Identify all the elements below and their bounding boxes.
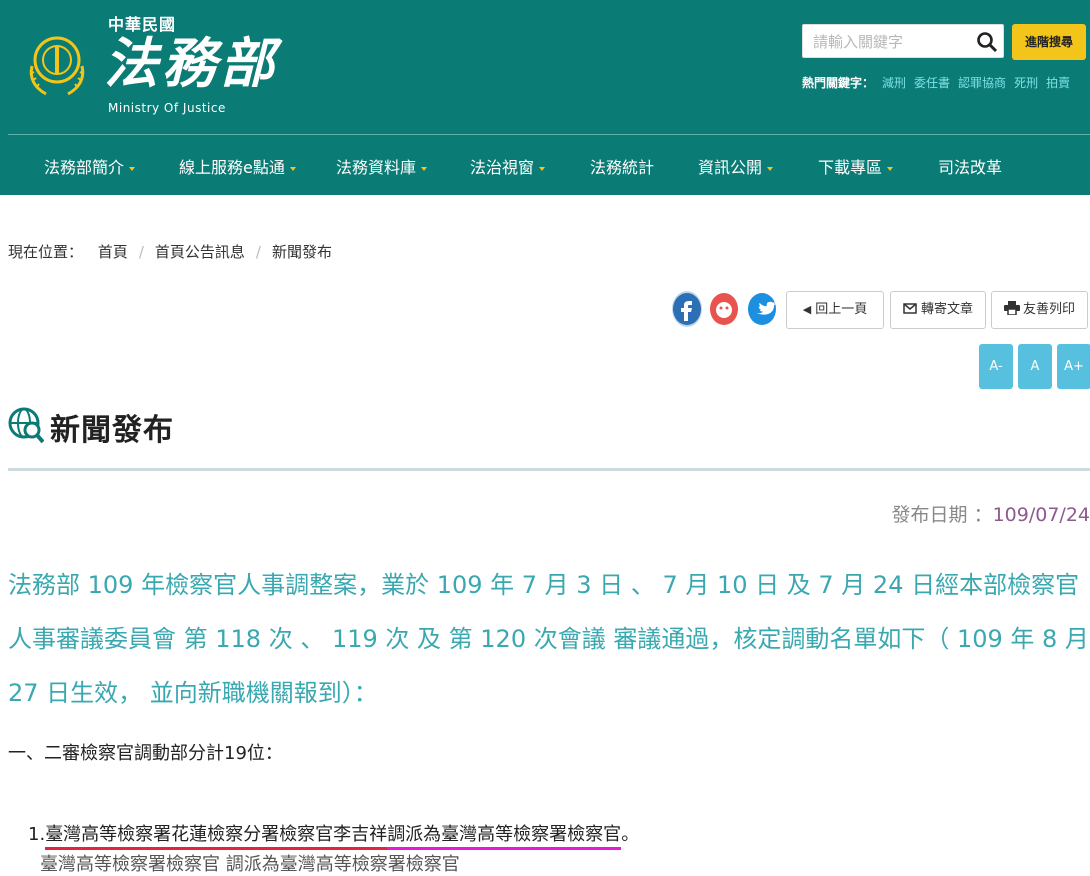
search-box: [802, 24, 1004, 58]
chevron-down-icon: [129, 166, 136, 171]
forward-article-button[interactable]: 轉寄文章: [890, 291, 986, 329]
nav-item-downloads[interactable]: 下載專區: [818, 154, 894, 178]
main-nav: 法務部簡介 線上服務e點通 法務資料庫 法治視窗 法務統計 資訊公開 下載專區 …: [0, 135, 1090, 195]
plurk-share-icon[interactable]: [709, 291, 739, 327]
advanced-search-button[interactable]: 進階搜尋: [1012, 24, 1086, 60]
font-size-normal-button[interactable]: A: [1018, 344, 1052, 389]
intro-paragraph: 法務部 109 年檢察官人事調整案，業於 109 年 7 月 3 日 、 7 月…: [8, 571, 1089, 707]
font-size-small-button[interactable]: A-: [979, 344, 1013, 389]
chevron-down-icon: [539, 166, 546, 171]
site-header: 中華民國 法務部 Ministry Of Justice 進階搜尋 熱門關鍵字：…: [0, 0, 1090, 195]
section-heading: 一、二審檢察官調動部分計19位：: [8, 743, 283, 764]
search-icon[interactable]: [975, 30, 999, 54]
page-title: 新聞發布: [50, 413, 174, 448]
list-item-end: 。: [621, 824, 640, 845]
list-item-number: 1.: [28, 824, 46, 845]
breadcrumb-home[interactable]: 首頁: [98, 243, 128, 261]
globe-search-icon: [8, 407, 44, 444]
publish-date-value: 109/07/24: [992, 504, 1090, 526]
breadcrumb: 現在位置： 首頁 / 首頁公告訊息 / 新聞發布: [8, 241, 332, 262]
nav-item-statistics[interactable]: 法務統計: [590, 154, 654, 178]
arrow-left-icon: ◀: [802, 303, 812, 316]
hot-keywords: 熱門關鍵字： 減刑 委任書 認罪協商 死刑 拍賣: [802, 74, 1070, 91]
hot-keyword-link[interactable]: 認罪協商: [958, 76, 1006, 90]
hot-keyword-link[interactable]: 死刑: [1014, 76, 1038, 90]
nav-item-judicial-reform[interactable]: 司法改革: [938, 154, 1002, 178]
list-item: 1.臺灣高等檢察署花蓮檢察分署檢察官李吉祥調派為臺灣高等檢察署檢察官。: [28, 820, 640, 850]
hot-keyword-link[interactable]: 減刑: [882, 76, 906, 90]
search-input[interactable]: [811, 30, 975, 54]
chevron-down-icon: [887, 166, 894, 171]
list-item-origin: 臺灣高等檢察署花蓮檢察分署檢察官李吉祥: [45, 824, 388, 850]
chevron-down-icon: [767, 166, 774, 171]
chevron-down-icon: [421, 166, 428, 171]
back-button[interactable]: ◀ 回上一頁: [786, 291, 884, 329]
breadcrumb-separator: /: [138, 243, 144, 261]
printer-icon: [1003, 301, 1020, 316]
nav-item-about[interactable]: 法務部簡介: [44, 154, 136, 178]
title-divider: [8, 468, 1090, 471]
breadcrumb-announcements[interactable]: 首頁公告訊息: [155, 243, 245, 261]
hot-keywords-label: 熱門關鍵字：: [802, 76, 875, 90]
print-button[interactable]: 友善列印: [991, 291, 1088, 329]
nav-item-info-disclosure[interactable]: 資訊公開: [698, 154, 774, 178]
logo-english: Ministry Of Justice: [108, 101, 226, 115]
nav-item-legal-window[interactable]: 法治視窗: [470, 154, 546, 178]
breadcrumb-current: 新聞發布: [271, 243, 332, 261]
publish-date-label: 發布日期 ：: [891, 504, 993, 526]
ministry-emblem-icon[interactable]: [24, 26, 90, 102]
breadcrumb-prefix: 現在位置：: [8, 243, 84, 261]
envelope-icon: [903, 303, 917, 314]
list-item: 臺灣高等檢察署檢察官 調派為臺灣高等檢察署檢察官: [40, 854, 460, 875]
breadcrumb-separator: /: [255, 243, 261, 261]
logo-title[interactable]: 法務部: [104, 30, 278, 96]
twitter-share-icon[interactable]: [747, 291, 777, 327]
chevron-down-icon: [289, 166, 296, 171]
facebook-share-icon[interactable]: [672, 291, 702, 327]
list-item-destination: 調派為臺灣高等檢察署檢察官: [387, 824, 622, 850]
nav-item-online-services[interactable]: 線上服務e點通: [179, 154, 296, 178]
publish-date: 發布日期 ：109/07/24: [892, 500, 1090, 527]
hot-keyword-link[interactable]: 委任書: [914, 76, 950, 90]
font-size-large-button[interactable]: A+: [1057, 344, 1090, 389]
hot-keyword-link[interactable]: 拍賣: [1046, 76, 1070, 90]
nav-item-database[interactable]: 法務資料庫: [336, 154, 428, 178]
